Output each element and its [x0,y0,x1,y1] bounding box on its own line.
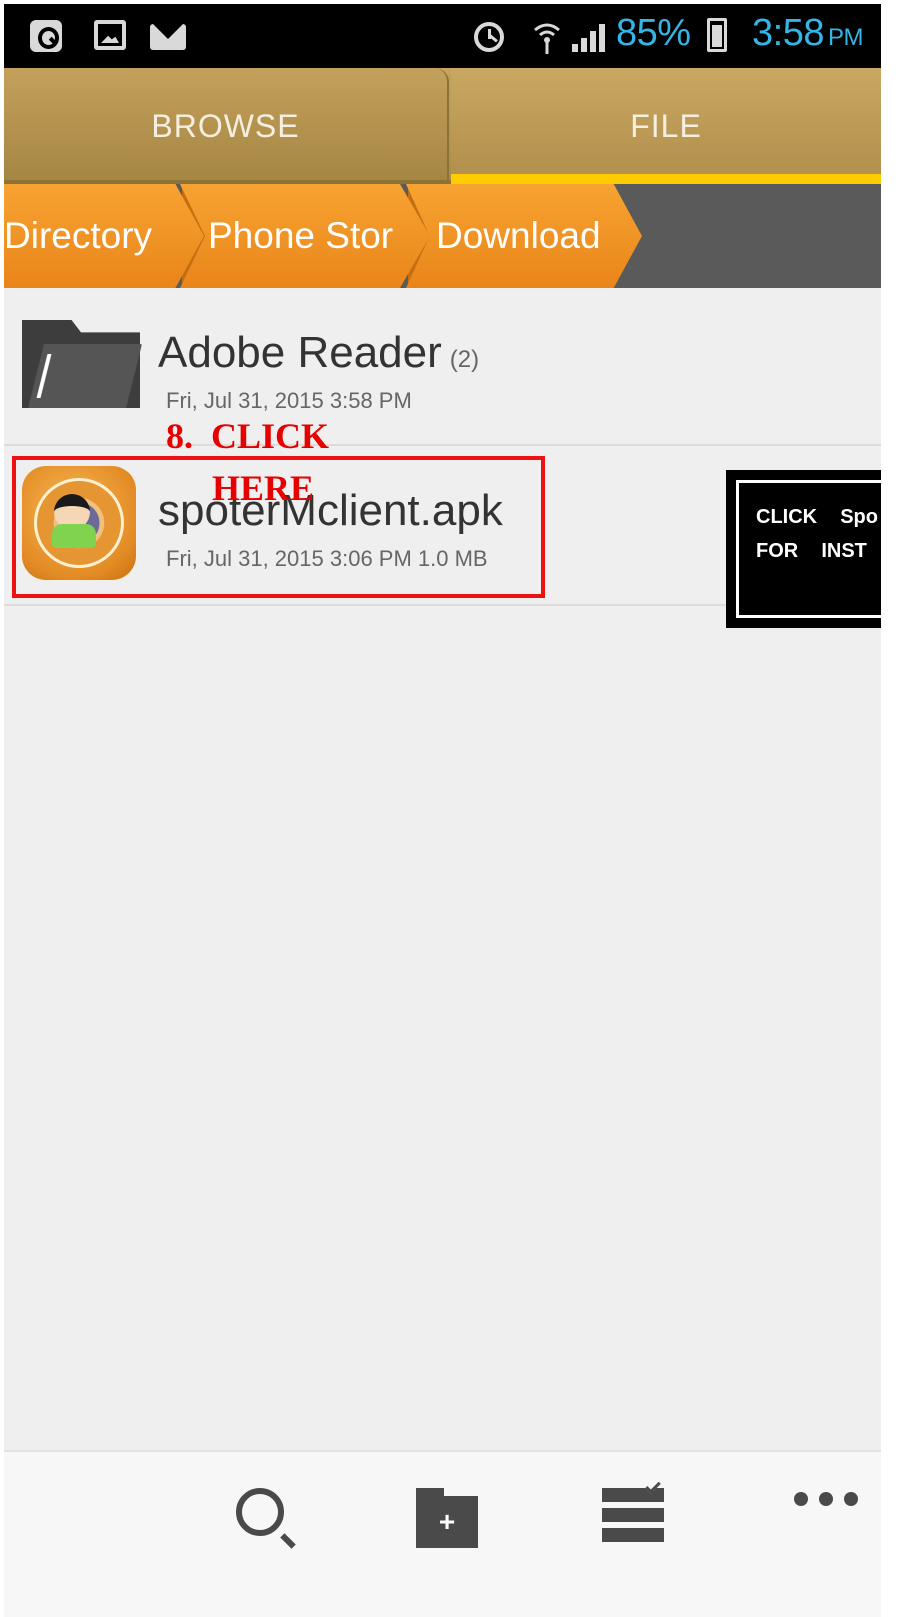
breadcrumb-directory[interactable]: Directory [4,184,204,288]
alarm-icon [474,22,504,52]
status-bar: 85% 3:58 PM [4,4,881,68]
annotation-line-2: HERE [212,468,315,508]
folder-icon [22,320,142,408]
clock-ampm: PM [827,24,864,51]
phone-screen: 85% 3:58 PM BROWSE FILE Directory Phone S… [4,4,881,1617]
callout-text: CLICK Spo FOR INST [756,500,878,568]
breadcrumb-phone-storage[interactable]: Phone Stor [180,184,430,288]
callout-line-1: CLICK Spo [756,506,878,528]
tab-browse[interactable]: BROWSE [4,68,449,184]
annotation-click-here: 8. CLICK HERE [166,410,329,514]
breadcrumb: Directory Phone Stor Download [4,184,881,288]
callout-line-2: FOR INST [756,540,867,562]
gallery-icon [94,20,126,50]
bottom-toolbar: + [4,1450,881,1617]
new-folder-plus: + [416,1496,478,1548]
annotation-line-1: 8. CLICK [166,416,330,456]
more-icon[interactable] [794,1492,858,1512]
tab-bar: BROWSE FILE [4,68,881,184]
tab-file-active-indicator [451,174,881,184]
battery-icon [707,18,727,52]
search-icon[interactable] [230,1482,310,1562]
file-name-text: Adobe Reader [158,328,442,377]
item-count: (2) [449,346,480,373]
instruction-callout: CLICK Spo FOR INST [726,470,881,628]
battery-percent: 85% [616,12,691,54]
clock: 3:58 PM [752,12,863,55]
tab-file[interactable]: FILE [451,68,881,184]
clock-time: 3:58 [752,12,824,54]
mail-icon [150,24,186,50]
breadcrumb-download[interactable]: Download [406,184,642,288]
file-row-adobe-reader[interactable]: Adobe Reader (2) Fri, Jul 31, 2015 3:58 P… [4,288,881,446]
new-folder-icon[interactable]: + [412,1488,482,1550]
signal-icon [572,22,606,52]
q-app-icon [30,20,62,52]
wifi-icon [534,23,560,54]
manage-icon[interactable] [602,1478,668,1548]
file-name: Adobe Reader (2) [158,328,479,378]
